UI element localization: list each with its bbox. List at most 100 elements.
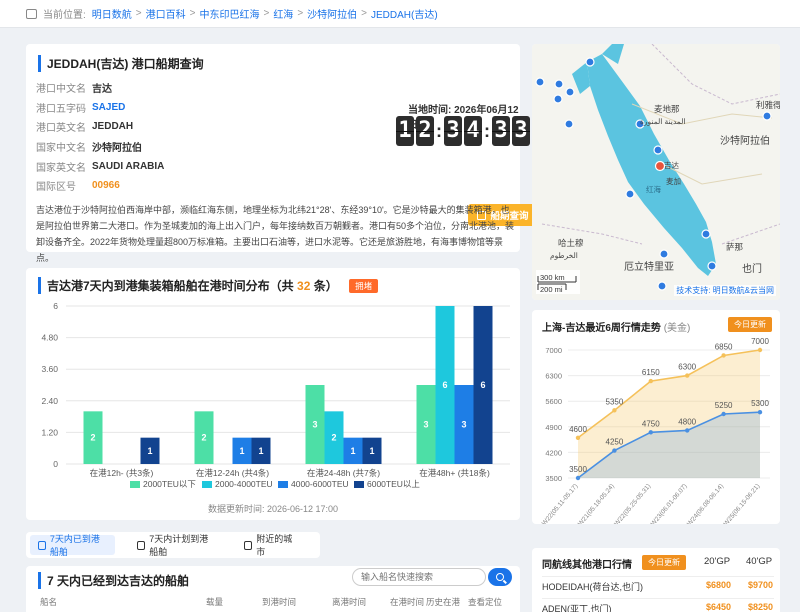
port-rates-card: 同航线其他港口行情 今日更新 20'GP 40'GP HODEIDAH(荷台达,…: [532, 548, 780, 612]
y-tick-label: 6: [53, 301, 58, 311]
data-point[interactable]: [757, 409, 763, 415]
legend-swatch[interactable]: [278, 481, 288, 488]
rate-row[interactable]: HODEIDAH(荷台达,也门) $6800 $9700: [542, 576, 774, 594]
clock-digit: 2: [416, 116, 434, 146]
y-tick-label: 3.60: [41, 364, 58, 374]
point-value-label: 5250: [715, 401, 733, 410]
bar-value-label: 2: [90, 433, 95, 443]
legend-label[interactable]: 2000-4000TEU: [215, 479, 273, 489]
ship-icon: [137, 540, 146, 550]
rate-port: ADEN(亚丁,也门): [542, 604, 612, 612]
point-value-label: 6150: [642, 368, 660, 377]
data-point[interactable]: [757, 347, 763, 353]
point-value-label: 6850: [715, 342, 733, 351]
legend-label[interactable]: 6000TEU以上: [367, 479, 420, 489]
point-value-label: 5300: [751, 399, 769, 408]
y-tick-label: 5600: [545, 397, 562, 406]
rate-row[interactable]: ADEN(亚丁,也门) $6450 $8250: [542, 598, 774, 612]
field-row: 港口五字码 SAJED: [36, 101, 126, 115]
map-scale-km: 300 km: [540, 273, 565, 282]
data-updated-time: 数据更新时间: 2026-06-12 17:00: [207, 504, 339, 514]
clock-colon: :: [436, 120, 442, 141]
map-canvas[interactable]: 麦地那 المدينة المنورة 利雅得 沙特阿拉伯 吉达 麦加 红海 哈…: [532, 44, 780, 300]
col-vessel-name: 船名: [40, 597, 58, 607]
field-row: 国家英文名 SAUDI ARABIA: [36, 160, 165, 174]
field-row: 港口英文名 JEDDAH: [36, 121, 134, 135]
map-credit[interactable]: 技术支持: 明日数航&云当网: [674, 285, 776, 296]
rate-20gp: $6800: [706, 580, 732, 590]
data-point[interactable]: [648, 378, 653, 384]
map-label-medina: 麦地那: [654, 104, 680, 114]
legend-swatch[interactable]: [130, 481, 140, 488]
x-tick-label: W22(05.25-05.31): [613, 483, 652, 524]
data-point[interactable]: [721, 411, 726, 417]
breadcrumb-item-port[interactable]: JEDDAH(吉达): [371, 6, 438, 21]
bar-value-label: 2: [331, 433, 336, 443]
port-map[interactable]: 麦地那 المدينة المنورة 利雅得 沙特阿拉伯 吉达 麦加 红海 哈…: [532, 44, 780, 300]
legend-label[interactable]: 2000TEU以下: [143, 479, 196, 489]
col-departure: 离港时间: [332, 597, 367, 607]
vessel-tabs: 7天内已到港船舶 7天内计划到港船舶 附近的城市: [26, 532, 320, 558]
vessel-search-input[interactable]: [352, 568, 486, 586]
dwell-distribution-card: 吉达港7天内到港集装箱船舶在港时间分布（共 32 条） 拥堵 0 1.20 2.40…: [26, 268, 520, 520]
point-value-label: 7000: [751, 337, 769, 346]
point-value-label: 4250: [606, 438, 624, 447]
data-point[interactable]: [612, 448, 617, 453]
field-row: 国家中文名 沙特阿拉伯: [36, 143, 142, 155]
bar-value-label: 3: [312, 420, 317, 430]
arrived-vessels-card: 7 天内已经到达吉达的船舶 船名 载量 到港时间 离港时间 在港时间 历史在港 …: [26, 566, 520, 612]
local-clock: 1 2 : 3 4 : 3 3: [396, 116, 532, 146]
rates-today-badge: 今日更新: [642, 555, 686, 570]
x-tick-label: W23(06.01-06.07): [650, 483, 689, 524]
map-label-eritrea: 厄立特里亚: [624, 260, 674, 273]
port-description: 吉达港位于沙特阿拉伯西海岸中部，濒临红海东侧，地理坐标为北纬21°28'、东经3…: [36, 205, 515, 263]
bar-value-label: 1: [239, 446, 244, 456]
breadcrumb-item-country[interactable]: 沙特阿拉伯: [307, 6, 357, 21]
bar-value-label: 6: [480, 380, 485, 390]
data-point[interactable]: [685, 428, 690, 433]
map-label-khartoum-ar: الخرطوم: [550, 251, 578, 260]
point-value-label: 6300: [678, 363, 696, 372]
bar-value-label: 1: [258, 446, 263, 456]
data-point[interactable]: [685, 373, 690, 378]
search-button[interactable]: [488, 568, 512, 586]
anchor-icon: [244, 540, 253, 550]
legend-swatch[interactable]: [202, 481, 212, 488]
point-value-label: 4750: [642, 419, 660, 428]
tab-nearby-cities[interactable]: 附近的城市: [236, 534, 302, 557]
rate-40gp: $9700: [748, 580, 774, 590]
data-point[interactable]: [575, 475, 581, 481]
bar-value-label: 2: [201, 433, 206, 443]
data-point[interactable]: [575, 435, 581, 440]
breadcrumb-item-port-wiki[interactable]: 港口百科: [146, 6, 186, 21]
field-row: 国际区号 00966: [36, 180, 120, 194]
tab-arrived[interactable]: 7天内已到港船舶: [30, 534, 116, 557]
y-tick-label: 6300: [545, 372, 562, 381]
legend-label[interactable]: 4000-6000TEU: [291, 479, 349, 489]
bar-value-label: 1: [147, 446, 152, 456]
map-scale-mi: 200 mi: [540, 285, 563, 294]
breadcrumb-prefix: 当前位置:: [43, 10, 86, 21]
breadcrumb-item-home[interactable]: 明日数航: [92, 6, 132, 21]
col-locate: 查看定位: [468, 597, 503, 607]
rate-40gp: $8250: [748, 602, 774, 612]
field-row: 港口中文名 吉达: [36, 84, 112, 96]
data-point[interactable]: [648, 430, 653, 435]
data-point[interactable]: [721, 353, 726, 358]
y-tick-label: 0: [53, 459, 58, 469]
legend-swatch[interactable]: [354, 481, 364, 488]
rate-trend-card: 上海-吉达最近6周行情走势 (美金) 今日更新 3500 4200 4900 5600…: [532, 310, 780, 524]
bar-value-label: 1: [369, 446, 374, 456]
map-label-sanaa: 萨那: [726, 242, 744, 252]
tab-planned[interactable]: 7天内计划到港船舶: [129, 534, 222, 557]
breadcrumb-item-sea[interactable]: 红海: [273, 6, 293, 21]
map-label-riyadh: 利雅得: [756, 100, 780, 110]
data-point[interactable]: [612, 408, 617, 413]
point-value-label: 4800: [678, 417, 696, 426]
x-tick-label: 在港24-48h (共7条): [307, 468, 380, 478]
map-label-medina-ar: المدينة المنورة: [640, 117, 686, 126]
x-tick-label: W21(05.18-05.24): [577, 483, 616, 524]
col-capacity: 载量: [206, 597, 224, 607]
col-arrival: 到港时间: [262, 597, 297, 607]
breadcrumb-item-region[interactable]: 中东印巴红海: [199, 6, 259, 21]
